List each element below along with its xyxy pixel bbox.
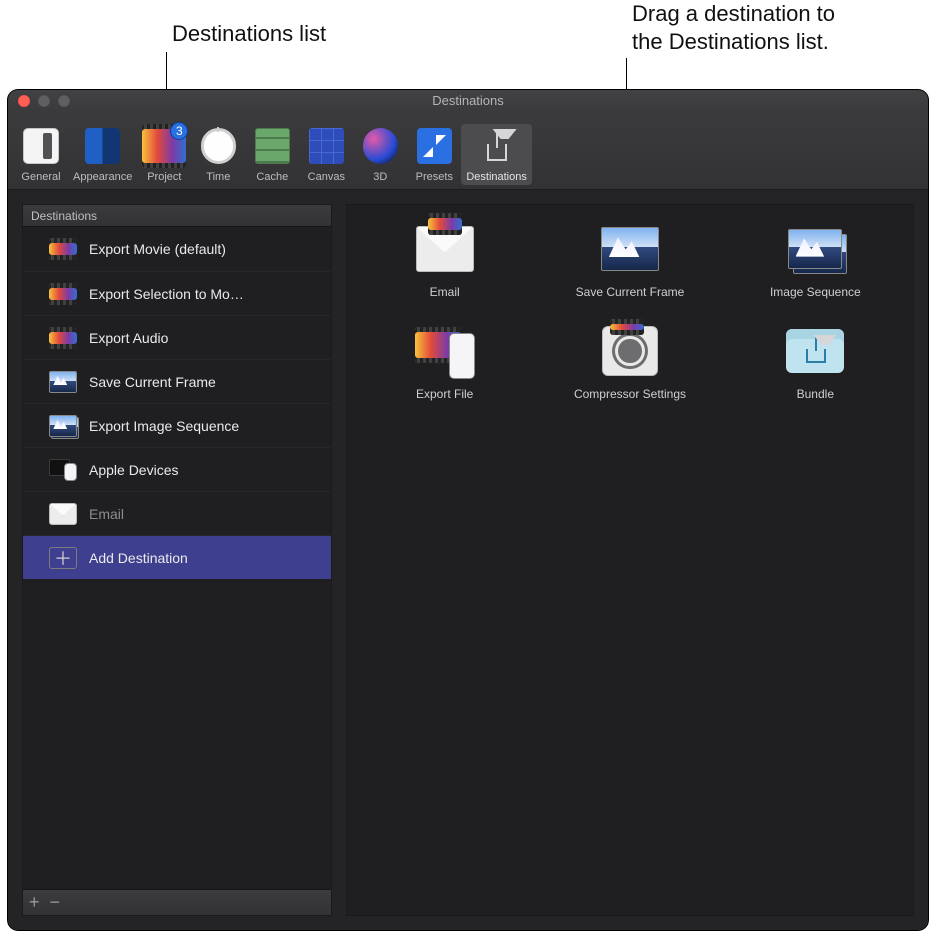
grid-item-label: Bundle (797, 387, 834, 401)
envelope-icon (49, 503, 77, 525)
tab-canvas[interactable]: Canvas (299, 124, 353, 185)
envelope-icon (413, 221, 477, 277)
callout-left: Destinations list (172, 20, 326, 48)
list-item-label: Export Image Sequence (89, 418, 239, 434)
remove-button[interactable]: − (50, 892, 61, 913)
photo-stack-icon (783, 221, 847, 277)
list-item-export-movie[interactable]: Export Movie (default) (23, 227, 331, 271)
list-item-label: Export Selection to Mo… (89, 286, 244, 302)
stopwatch-icon (196, 124, 240, 168)
grid-item-bundle[interactable]: Bundle (728, 323, 903, 401)
list-item-export-selection[interactable]: Export Selection to Mo… (23, 271, 331, 315)
titlebar: Destinations (8, 90, 928, 112)
compressor-icon (598, 323, 662, 379)
appearance-icon (81, 124, 125, 168)
destinations-grid: Email Save Current Frame Image Sequence (346, 204, 914, 916)
grid-item-label: Email (430, 285, 460, 299)
tab-presets[interactable]: Presets (407, 124, 461, 185)
destinations-list-header: Destinations (23, 205, 331, 227)
tab-label: General (21, 171, 60, 183)
grid-item-export-file[interactable]: Export File (357, 323, 532, 401)
presets-icon (412, 124, 456, 168)
tab-cache[interactable]: Cache (245, 124, 299, 185)
file-phone-icon (413, 323, 477, 379)
list-item-label: Email (89, 506, 124, 522)
cache-icon (250, 124, 294, 168)
list-item-apple-devices[interactable]: Apple Devices (23, 447, 331, 491)
filmstrip-icon (49, 238, 77, 260)
list-item-export-image-seq[interactable]: Export Image Sequence (23, 403, 331, 447)
list-item-label: Export Movie (default) (89, 241, 226, 257)
photo-stack-icon (49, 415, 77, 437)
destinations-list: Destinations Export Movie (default) Expo… (22, 204, 332, 916)
tab-time[interactable]: Time (191, 124, 245, 185)
tab-project[interactable]: 3 Project (137, 124, 191, 185)
list-item-label: Add Destination (89, 550, 188, 566)
tab-label: 3D (373, 171, 387, 183)
window-title: Destinations (8, 93, 928, 108)
tab-label: Cache (256, 171, 288, 183)
grid-item-save-frame[interactable]: Save Current Frame (542, 221, 717, 299)
photo-icon (49, 371, 77, 393)
tab-appearance[interactable]: Appearance (68, 124, 137, 185)
canvas-icon (304, 124, 348, 168)
grid-item-label: Image Sequence (770, 285, 861, 299)
destinations-list-body: Export Movie (default) Export Selection … (23, 227, 331, 889)
grid-item-image-sequence[interactable]: Image Sequence (728, 221, 903, 299)
content-area: Destinations Export Movie (default) Expo… (8, 190, 928, 930)
tab-label: Destinations (466, 171, 527, 183)
list-item-label: Apple Devices (89, 462, 179, 478)
callout-right: Drag a destination to the Destinations l… (632, 0, 835, 56)
callouts: Destinations list Drag a destination to … (0, 0, 944, 90)
project-icon: 3 (142, 124, 186, 168)
grid-item-label: Compressor Settings (574, 387, 686, 401)
general-icon (19, 124, 63, 168)
filmstrip-icon (49, 327, 77, 349)
plus-box-icon: ＋ (49, 547, 77, 569)
3d-icon (358, 124, 402, 168)
photo-icon (598, 221, 662, 277)
list-item-add-destination[interactable]: ＋ Add Destination (23, 535, 331, 579)
folder-share-icon (783, 323, 847, 379)
list-item-label: Save Current Frame (89, 374, 216, 390)
preferences-window: Destinations General Appearance 3 Projec… (8, 90, 928, 930)
grid-item-email[interactable]: Email (357, 221, 532, 299)
tab-label: Project (147, 171, 181, 183)
list-item-export-audio[interactable]: Export Audio (23, 315, 331, 359)
grid-item-label: Save Current Frame (576, 285, 685, 299)
devices-icon (49, 459, 77, 481)
share-icon (475, 124, 519, 168)
filmstrip-icon (49, 283, 77, 305)
tab-label: Time (206, 171, 230, 183)
tab-general[interactable]: General (14, 124, 68, 185)
add-button[interactable]: + (29, 892, 40, 913)
grid-item-label: Export File (416, 387, 473, 401)
destinations-list-footer: + − (23, 889, 331, 915)
prefs-toolbar: General Appearance 3 Project Time Cache … (8, 112, 928, 190)
list-item-save-frame[interactable]: Save Current Frame (23, 359, 331, 403)
list-item-label: Export Audio (89, 330, 168, 346)
tab-3d[interactable]: 3D (353, 124, 407, 185)
list-item-email[interactable]: Email (23, 491, 331, 535)
grid-item-compressor[interactable]: Compressor Settings (542, 323, 717, 401)
tab-destinations[interactable]: Destinations (461, 124, 532, 185)
tab-label: Canvas (308, 171, 345, 183)
tab-label: Presets (416, 171, 453, 183)
tab-label: Appearance (73, 171, 132, 183)
